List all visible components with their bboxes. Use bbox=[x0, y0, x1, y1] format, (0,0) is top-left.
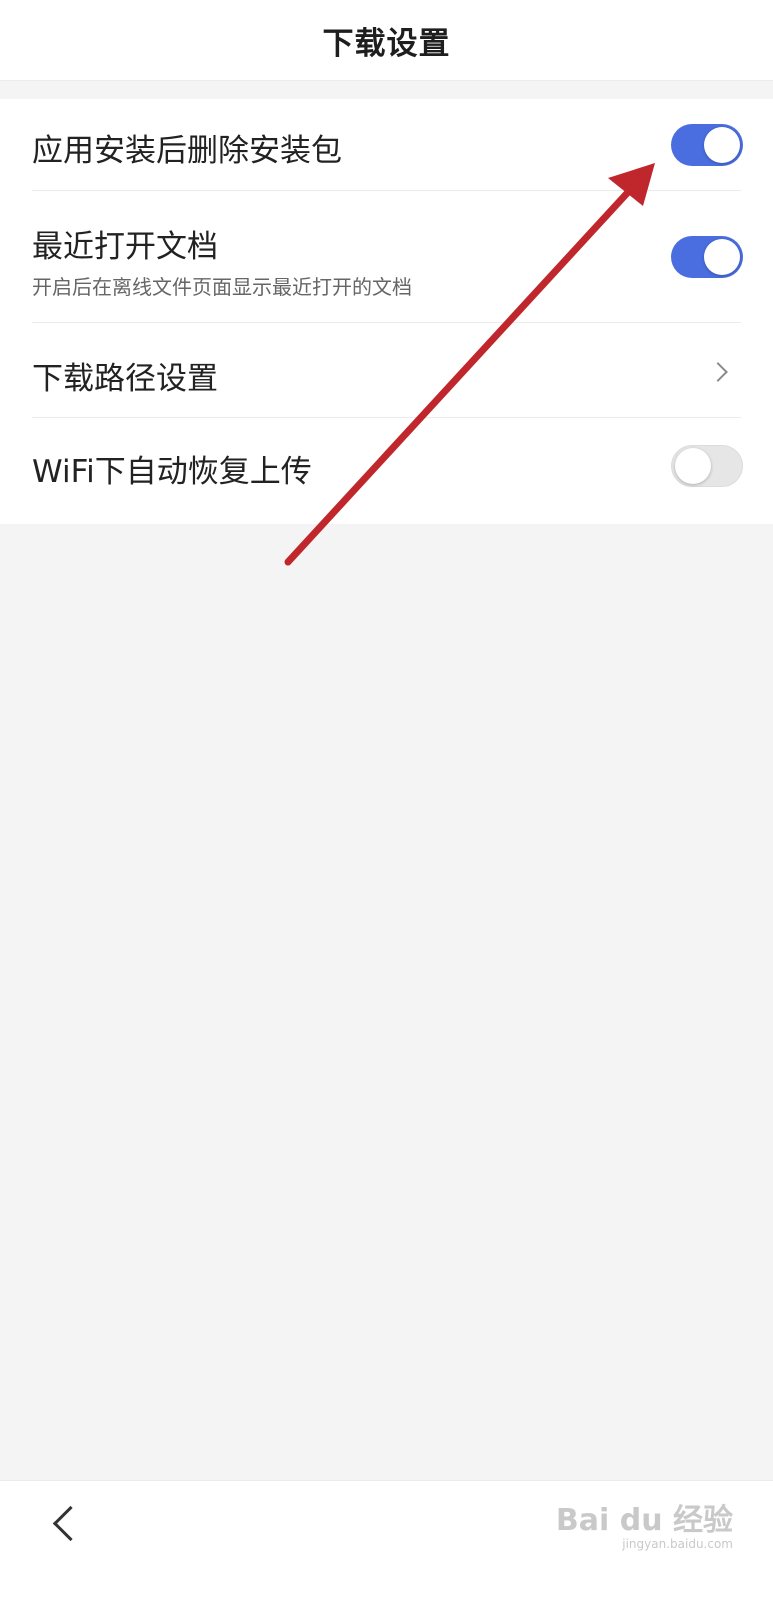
top-bar: 下载设置 bbox=[0, 0, 773, 81]
back-button[interactable] bbox=[40, 1501, 89, 1549]
setting-label: 最近打开文档 bbox=[32, 229, 218, 265]
delete-package-toggle[interactable] bbox=[671, 124, 743, 166]
chevron-right-icon bbox=[708, 362, 728, 382]
watermark-url: jingyan.baidu.com bbox=[622, 1537, 733, 1551]
toggle-knob bbox=[704, 127, 740, 163]
setting-label: 应用安装后删除安装包 bbox=[32, 133, 342, 169]
setting-row-recent-docs[interactable]: 最近打开文档 开启后在离线文件页面显示最近打开的文档 bbox=[0, 191, 773, 323]
wifi-resume-toggle[interactable] bbox=[671, 445, 743, 487]
watermark-logo: Bai du 经验 bbox=[555, 1503, 733, 1538]
toggle-knob bbox=[675, 448, 711, 484]
chevron-left-icon bbox=[52, 1505, 89, 1542]
recent-docs-toggle[interactable] bbox=[671, 236, 743, 278]
watermark: Bai du 经验 jingyan.baidu.com bbox=[556, 1495, 733, 1551]
setting-row-wifi-resume[interactable]: WiFi下自动恢复上传 bbox=[0, 418, 773, 514]
settings-list: 应用安装后删除安装包 最近打开文档 开启后在离线文件页面显示最近打开的文档 下载… bbox=[0, 99, 773, 524]
page-title: 下载设置 bbox=[322, 25, 451, 62]
setting-subtitle: 开启后在离线文件页面显示最近打开的文档 bbox=[32, 275, 412, 299]
bottom-bar: Bai du 经验 jingyan.baidu.com bbox=[0, 1480, 773, 1601]
toggle-knob bbox=[704, 239, 740, 275]
setting-label: WiFi下自动恢复上传 bbox=[32, 454, 312, 490]
setting-row-download-path[interactable]: 下载路径设置 bbox=[0, 323, 773, 418]
setting-label: 下载路径设置 bbox=[32, 361, 218, 397]
setting-row-delete-package[interactable]: 应用安装后删除安装包 bbox=[0, 99, 773, 191]
